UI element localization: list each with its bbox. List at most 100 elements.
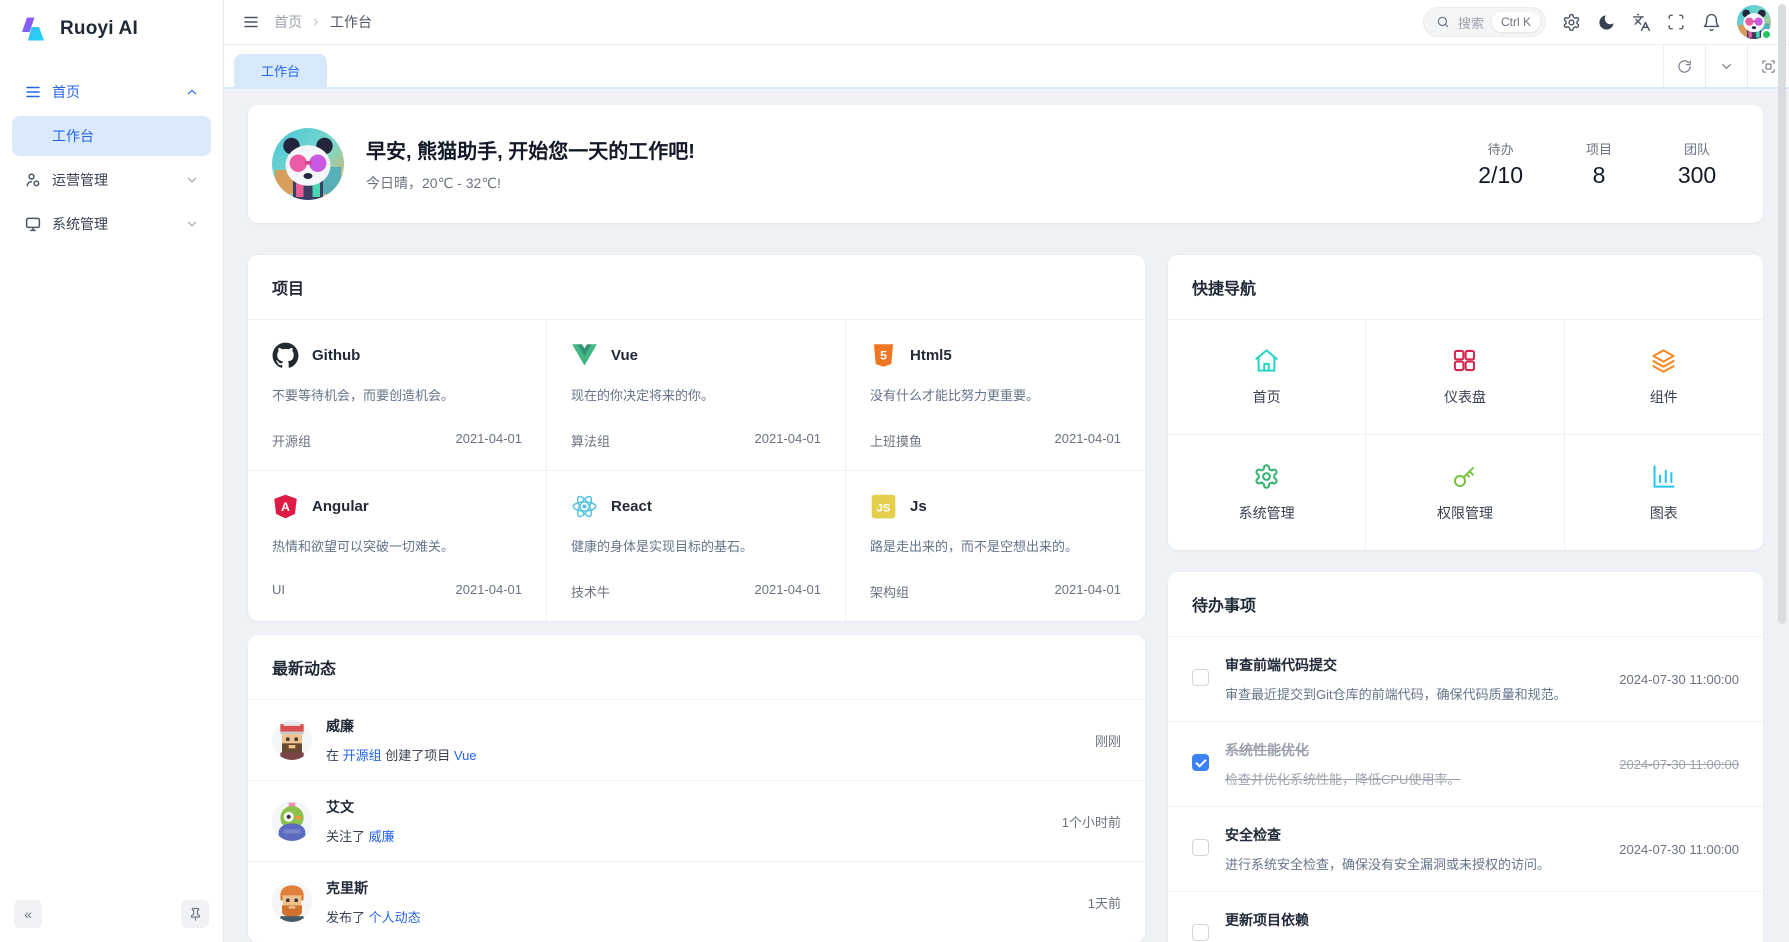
project-card-html5[interactable]: 5 Html5 没有什么才能比努力更重要。 上班摸鱼 2021-04-01 (846, 320, 1145, 471)
stat-todo: 待办 2/10 (1478, 139, 1523, 189)
project-date: 2021-04-01 (755, 582, 822, 601)
language-button[interactable] (1632, 13, 1651, 32)
gear-icon (1562, 13, 1581, 32)
quick-nav-label: 图表 (1650, 503, 1678, 523)
todo-checkbox[interactable] (1192, 669, 1209, 686)
quick-nav-components[interactable]: 组件 (1565, 320, 1763, 435)
search-icon (1436, 15, 1450, 29)
tab-actions (1663, 45, 1789, 87)
project-card-react[interactable]: React 健康的身体是实现目标的基石。 技术牛 2021-04-01 (547, 471, 846, 621)
settings-button[interactable] (1562, 13, 1581, 32)
breadcrumb: 首页 工作台 (274, 12, 372, 32)
todo-row: 安全检查 进行系统安全检查，确保没有安全漏洞或未授权的访问。 2024-07-3… (1168, 806, 1763, 891)
sidebar-item-system[interactable]: 系统管理 (12, 204, 211, 244)
user-avatar[interactable] (1737, 5, 1771, 39)
activity-row: 艾文 关注了 威廉 1个小时前 (248, 780, 1145, 861)
user-gear-icon (24, 171, 42, 189)
project-card-vue[interactable]: Vue 现在的你决定将来的你。 算法组 2021-04-01 (547, 320, 846, 471)
project-desc: 热情和欲望可以突破一切难关。 (272, 536, 522, 555)
todo-row: 审查前端代码提交 审查最近提交到Git仓库的前端代码，确保代码质量和规范。 20… (1168, 637, 1763, 721)
project-group: 开源组 (272, 431, 311, 450)
stat-value: 2/10 (1478, 162, 1523, 189)
sidebar-menu: 首页 工作台 运营管理 (0, 58, 223, 886)
sidebar-item-label: 运营管理 (52, 170, 175, 190)
avatar-william (272, 720, 312, 760)
sidebar-item-home[interactable]: 首页 (12, 72, 211, 112)
todo-desc: 检查并优化系统性能，降低CPU使用率。 (1225, 769, 1603, 788)
search-input[interactable]: 搜索 Ctrl K (1423, 7, 1546, 37)
activity-time: 1个小时前 (1062, 812, 1121, 831)
fullscreen-button[interactable] (1667, 13, 1686, 32)
quick-nav-label: 首页 (1253, 387, 1281, 407)
project-date: 2021-04-01 (755, 431, 822, 450)
projects-card: 项目 Github 不要等待机会，而要创造机会。 (248, 255, 1145, 621)
activity-link-group[interactable]: 开源组 (343, 748, 382, 763)
top-header: 首页 工作台 搜索 Ctrl K (224, 0, 1789, 45)
breadcrumb-home[interactable]: 首页 (274, 12, 302, 32)
app-title: Ruoyi AI (60, 18, 138, 40)
project-card-github[interactable]: Github 不要等待机会，而要创造机会。 开源组 2021-04-01 (248, 320, 547, 471)
project-group: 上班摸鱼 (870, 431, 922, 450)
fullscreen-icon (1667, 13, 1685, 31)
quick-nav-system[interactable]: 系统管理 (1168, 435, 1366, 550)
sidebar-toggle-icon[interactable] (242, 13, 260, 31)
bell-icon (1702, 13, 1721, 32)
welcome-stats: 待办 2/10 项目 8 团队 300 (1478, 139, 1719, 189)
sidebar-item-workbench[interactable]: 工作台 (12, 116, 211, 156)
sidebar-pin-button[interactable] (181, 900, 209, 928)
refresh-button[interactable] (1663, 45, 1705, 87)
scrollbar-thumb[interactable] (1778, 4, 1786, 624)
activity-link-user[interactable]: 威廉 (369, 829, 395, 844)
project-group: 算法组 (571, 431, 610, 450)
search-shortcut-badge: Ctrl K (1492, 12, 1540, 32)
quick-nav-card: 快捷导航 首页 (1168, 255, 1763, 550)
activity-text-part: 关注了 (326, 829, 369, 844)
activity-time: 刚刚 (1095, 731, 1121, 750)
chevron-down-icon (185, 217, 199, 231)
project-group: 技术牛 (571, 582, 610, 601)
todo-checkbox-checked[interactable] (1192, 754, 1209, 771)
project-card-js[interactable]: JS Js 路是走出来的，而不是空想出来的。 架构组 2021-04-01 (846, 471, 1145, 621)
stat-value: 300 (1675, 162, 1719, 189)
activity-link-project[interactable]: Vue (454, 748, 477, 763)
sidebar-footer: « (0, 886, 223, 942)
activity-text: 在 开源组 创建了项目 Vue (326, 745, 1081, 764)
todo-checkbox[interactable] (1192, 839, 1209, 856)
project-card-angular[interactable]: A Angular 热情和欲望可以突破一切难关。 UI 2021-04-01 (248, 471, 547, 621)
project-name: Vue (611, 347, 638, 364)
svg-text:A: A (281, 500, 290, 514)
sidebar-collapse-button[interactable]: « (14, 900, 42, 928)
angular-icon: A (272, 493, 299, 520)
todo-checkbox[interactable] (1192, 924, 1209, 941)
welcome-card: 早安, 熊猫助手, 开始您一天的工作吧! 今日晴，20℃ - 32℃! 待办 2… (248, 105, 1763, 223)
welcome-title: 早安, 熊猫助手, 开始您一天的工作吧! (366, 135, 695, 164)
todo-title: 系统性能优化 (1225, 740, 1603, 760)
todo-row: 系统性能优化 检查并优化系统性能，降低CPU使用率。 2024-07-30 11… (1168, 721, 1763, 806)
page-content: 早安, 熊猫助手, 开始您一天的工作吧! 今日晴，20℃ - 32℃! 待办 2… (224, 89, 1789, 942)
dashboard-icon (1451, 347, 1478, 374)
quick-nav-label: 权限管理 (1437, 503, 1493, 523)
sidebar-item-operations[interactable]: 运营管理 (12, 160, 211, 200)
html5-icon: 5 (870, 342, 897, 369)
project-date: 2021-04-01 (456, 431, 523, 450)
tab-workbench[interactable]: 工作台 (234, 54, 327, 87)
notifications-button[interactable] (1702, 13, 1721, 32)
quick-nav-dashboard[interactable]: 仪表盘 (1366, 320, 1564, 435)
activity-row: 威廉 在 开源组 创建了项目 Vue 刚刚 (248, 700, 1145, 780)
home-icon (1253, 347, 1280, 374)
sidebar-item-label: 工作台 (52, 126, 94, 146)
activity-link-feed[interactable]: 个人动态 (369, 910, 421, 925)
tab-menu-button[interactable] (1705, 45, 1747, 87)
quick-nav-charts[interactable]: 图表 (1565, 435, 1763, 550)
quick-nav-permissions[interactable]: 权限管理 (1366, 435, 1564, 550)
search-placeholder: 搜索 (1458, 13, 1484, 32)
activity-text: 发布了 个人动态 (326, 907, 1074, 926)
project-date: 2021-04-01 (456, 582, 523, 597)
dark-mode-button[interactable] (1597, 13, 1616, 32)
project-desc: 没有什么才能比努力更重要。 (870, 385, 1121, 404)
main-area: 首页 工作台 搜索 Ctrl K (224, 0, 1789, 942)
activity-text: 关注了 威廉 (326, 826, 1048, 845)
quick-nav-home[interactable]: 首页 (1168, 320, 1366, 435)
welcome-subtitle: 今日晴，20℃ - 32℃! (366, 173, 695, 193)
todo-row: 更新项目依赖 (1168, 891, 1763, 942)
